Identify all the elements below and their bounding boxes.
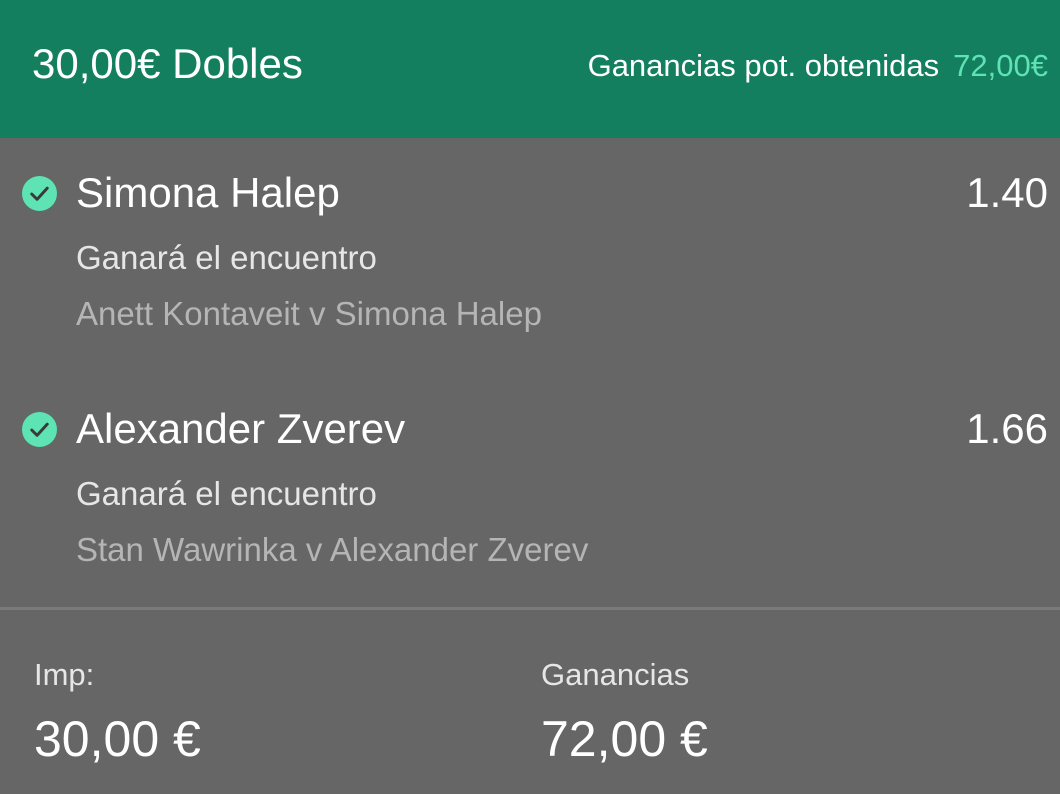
selection-event: Anett Kontaveit v Simona Halep — [76, 295, 542, 332]
selection-item: Simona Halep 1.40 Ganará el encuentro An… — [0, 138, 1060, 338]
selection-name: Simona Halep — [76, 169, 340, 216]
selection-odds: 1.66 — [966, 405, 1048, 452]
stake-value: 30,00 € — [34, 711, 201, 767]
potential-returns: Ganancias pot. obtenidas 72,00€ — [588, 46, 1048, 86]
returns-value: 72,00 € — [541, 711, 708, 767]
selection-name: Alexander Zverev — [76, 405, 406, 452]
divider — [0, 607, 1060, 610]
selection-market: Ganará el encuentro — [76, 239, 377, 276]
check-circle-icon — [22, 176, 57, 211]
returns-label: Ganancias — [541, 657, 690, 692]
bet-title: 30,00€ Dobles — [32, 40, 303, 87]
potential-returns-amount: 72,00€ — [953, 48, 1048, 83]
bet-header: 30,00€ Dobles Ganancias pot. obtenidas 72… — [0, 0, 1060, 138]
check-circle-icon — [22, 412, 57, 447]
potential-returns-label: Ganancias pot. obtenidas — [587, 48, 940, 83]
selection-odds: 1.40 — [966, 169, 1048, 216]
stake-label: Imp: — [34, 657, 95, 692]
selection-list: Simona Halep 1.40 Ganará el encuentro An… — [0, 138, 1060, 608]
selection-item: Alexander Zverev 1.66 Ganará el encuentr… — [0, 374, 1060, 574]
selection-event: Stan Wawrinka v Alexander Zverev — [76, 531, 589, 568]
returns-summary: Ganancias 72,00 € — [541, 655, 708, 769]
stake-summary: Imp: 30,00 € — [34, 655, 201, 769]
selection-market: Ganará el encuentro — [76, 475, 377, 512]
